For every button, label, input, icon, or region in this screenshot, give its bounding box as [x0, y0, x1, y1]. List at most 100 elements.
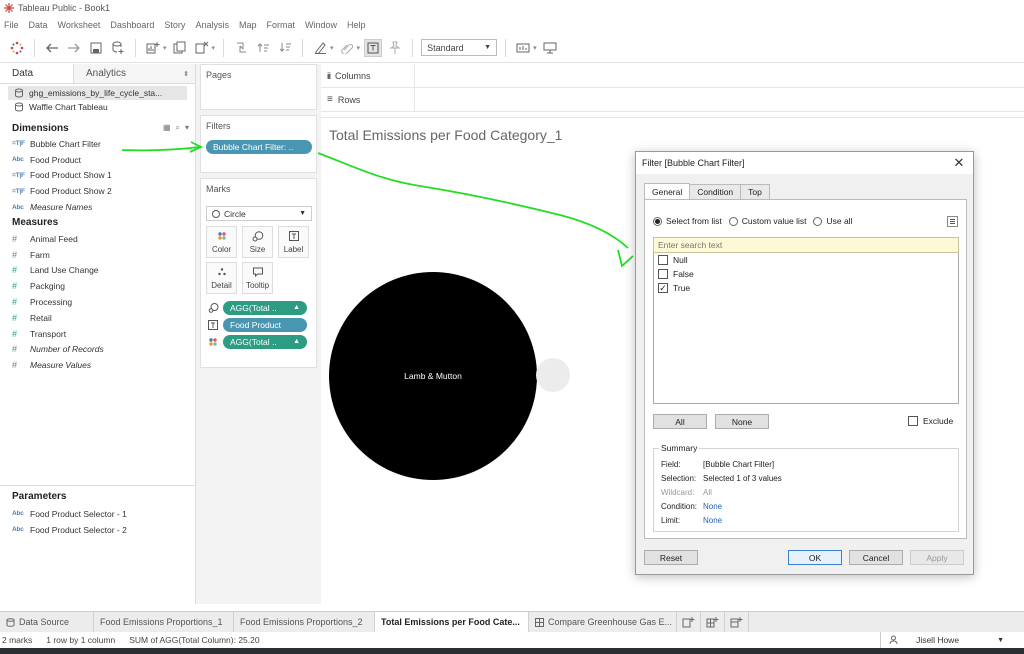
none-button[interactable]: None [715, 414, 769, 429]
columns-shelf[interactable]: iii Columns [321, 64, 1024, 88]
grid-view-icon[interactable]: ▦ [163, 123, 171, 133]
dimension-field[interactable]: =T|F Food Product Show 2 [0, 183, 195, 199]
measure-field[interactable]: # Number of Records [0, 342, 195, 358]
show-mark-labels-icon[interactable] [364, 38, 383, 57]
dimension-field[interactable]: Abc Measure Names [0, 199, 195, 215]
label-field-pill[interactable]: Food Product [223, 317, 307, 332]
close-icon[interactable]: ✕ [951, 155, 967, 171]
dropdown-caret-icon[interactable]: ▾ [212, 44, 216, 52]
menu-help[interactable]: Help [347, 20, 366, 30]
new-story-tab-icon[interactable] [725, 612, 749, 632]
measure-field[interactable]: # Transport [0, 326, 195, 342]
tab-condition[interactable]: Condition [689, 184, 742, 199]
size-button[interactable]: Size [242, 226, 273, 258]
datasource-item[interactable]: Waffle Chart Tableau [8, 100, 195, 114]
radio-custom-value-list[interactable] [728, 216, 738, 226]
datasource-item[interactable]: ghg_emissions_by_life_cycle_sta... [8, 86, 187, 100]
exclude-option[interactable]: Exclude [908, 416, 953, 426]
checkbox-checked[interactable]: ✓ [658, 283, 668, 293]
measure-field[interactable]: # Animal Feed [0, 231, 195, 247]
undo-icon[interactable] [43, 39, 61, 57]
cancel-button[interactable]: Cancel [849, 550, 903, 565]
redo-icon[interactable] [65, 39, 83, 57]
filters-shelf[interactable]: Filters Bubble Chart Filter: .. [200, 115, 317, 173]
parameter-field[interactable]: Abc Food Product Selector - 1 [0, 506, 195, 522]
tableau-start-icon[interactable] [8, 39, 26, 57]
summary-condition-link[interactable]: None [703, 502, 722, 511]
show-cards-icon[interactable] [514, 39, 532, 57]
checkbox-unchecked[interactable] [908, 416, 918, 426]
parameter-field[interactable]: Abc Food Product Selector - 2 [0, 522, 195, 538]
fit-dropdown[interactable]: Standard ▼ [421, 39, 498, 56]
checkbox-unchecked[interactable] [658, 269, 668, 279]
group-members-icon[interactable] [338, 39, 356, 57]
highlight-icon[interactable] [311, 39, 329, 57]
new-worksheet-tab-icon[interactable] [677, 612, 701, 632]
sort-ascending-icon[interactable] [254, 39, 272, 57]
dropdown-caret-icon[interactable]: ▾ [163, 44, 167, 52]
measure-field[interactable]: # Measure Values [0, 357, 195, 373]
mark-type-dropdown[interactable]: Circle ▼ [206, 206, 312, 221]
dropdown-caret-icon[interactable]: ▾ [330, 44, 334, 52]
menu-dashboard[interactable]: Dashboard [110, 20, 154, 30]
tab-data-source[interactable]: Data Source [0, 612, 94, 632]
size-field-pill[interactable]: AGG(Total .. ▲ [223, 300, 307, 315]
detail-button[interactable]: Detail [206, 262, 237, 294]
measure-field[interactable]: # Processing [0, 294, 195, 310]
clear-sheet-icon[interactable] [193, 39, 211, 57]
tab-top[interactable]: Top [740, 184, 770, 199]
tab-data[interactable]: Data [0, 64, 74, 83]
new-datasource-icon[interactable] [109, 39, 127, 57]
menu-story[interactable]: Story [164, 20, 185, 30]
filter-pill-bubble-chart[interactable]: Bubble Chart Filter: .. [206, 140, 312, 154]
tab-dashboard[interactable]: Compare Greenhouse Gas E... [529, 612, 677, 632]
sort-descending-icon[interactable] [276, 39, 294, 57]
list-item[interactable]: Null [654, 253, 958, 267]
dimension-field[interactable]: =T|F Food Product Show 1 [0, 168, 195, 184]
menu-file[interactable]: File [4, 20, 19, 30]
tab-analytics[interactable]: Analytics ⬍ [74, 64, 195, 83]
reset-button[interactable]: Reset [644, 550, 698, 565]
measure-field[interactable]: # Land Use Change [0, 263, 195, 279]
pages-shelf[interactable]: Pages [200, 64, 317, 110]
dropdown-caret-icon[interactable]: ▾ [357, 44, 361, 52]
dropdown-caret-icon[interactable]: ▾ [533, 44, 537, 52]
presentation-mode-icon[interactable] [541, 39, 559, 57]
search-input[interactable] [653, 237, 959, 253]
duplicate-sheet-icon[interactable] [171, 39, 189, 57]
list-options-icon[interactable] [947, 216, 958, 227]
search-icon[interactable]: ⌕ [176, 123, 180, 133]
new-worksheet-icon[interactable] [144, 39, 162, 57]
list-item[interactable]: False [654, 267, 958, 281]
menu-map[interactable]: Map [239, 20, 257, 30]
measure-field[interactable]: # Packging [0, 278, 195, 294]
menu-data[interactable]: Data [29, 20, 48, 30]
bubble-small[interactable] [536, 358, 570, 392]
measure-field[interactable]: # Farm [0, 247, 195, 263]
menu-format[interactable]: Format [266, 20, 295, 30]
tooltip-button[interactable]: Tooltip [242, 262, 273, 294]
all-button[interactable]: All [653, 414, 707, 429]
ok-button[interactable]: OK [788, 550, 842, 565]
chevron-down-icon[interactable]: ▾ [185, 123, 189, 133]
summary-limit-link[interactable]: None [703, 516, 722, 525]
color-button[interactable]: Color [206, 226, 237, 258]
radio-select-from-list[interactable] [653, 216, 662, 226]
tab-sheet[interactable]: Food Emissions Proportions_2 [234, 612, 375, 632]
save-icon[interactable] [87, 39, 105, 57]
radio-use-all[interactable] [813, 216, 823, 226]
tab-sheet-active[interactable]: Total Emissions per Food Cate... [375, 612, 529, 632]
menu-window[interactable]: Window [305, 20, 337, 30]
menu-analysis[interactable]: Analysis [195, 20, 229, 30]
checkbox-unchecked[interactable] [658, 255, 668, 265]
tab-general[interactable]: General [644, 183, 691, 199]
measure-field[interactable]: # Retail [0, 310, 195, 326]
dimension-field[interactable]: =T|F Bubble Chart Filter [0, 136, 195, 152]
user-menu[interactable]: Jisell Howe ▼ [880, 632, 1018, 648]
new-dashboard-tab-icon[interactable] [701, 612, 725, 632]
color-field-pill[interactable]: AGG(Total .. ▲ [223, 334, 307, 349]
fix-axes-icon[interactable] [386, 39, 404, 57]
swap-rows-columns-icon[interactable] [232, 39, 250, 57]
dimension-field[interactable]: Abc Food Product [0, 152, 195, 168]
rows-shelf[interactable]: ≡ Rows [321, 88, 1024, 112]
